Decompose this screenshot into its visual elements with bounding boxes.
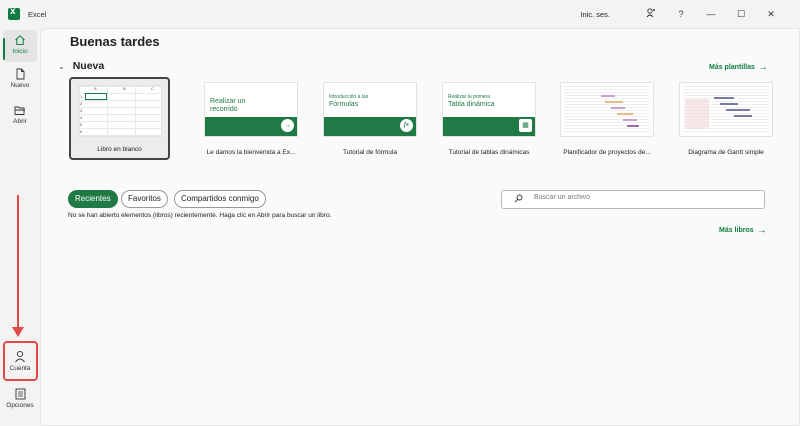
thumbnail-text: Fórmulas: [329, 101, 359, 108]
more-templates-link[interactable]: Más plantillas →: [709, 62, 768, 73]
maximize-button[interactable]: ☐: [726, 9, 756, 20]
greeting-title: Buenas tardes: [70, 34, 160, 49]
thumbnail-subtext: Realizar la primera: [448, 94, 490, 100]
more-books-link[interactable]: Más libros →: [719, 225, 767, 236]
annotation-arrow-line: [17, 195, 19, 330]
template-label: Diagrama de Gantt simple: [688, 149, 764, 156]
row-header: 2: [80, 101, 83, 106]
home-panel: Buenas tardes ⌄ Nueva Más plantillas → A …: [40, 28, 800, 426]
pivot-tutorial-thumbnail: Realizar la primera Tabla dinámica ▦: [442, 82, 536, 137]
function-fx-icon: fx: [400, 119, 413, 132]
arrow-right-icon: →: [757, 62, 768, 73]
folder-open-icon: [14, 106, 25, 115]
options-list-icon: [15, 388, 25, 400]
pivot-table-icon: ▦: [519, 119, 532, 132]
row-header: 3: [80, 108, 83, 113]
template-label: Tutorial de tablas dinámicas: [448, 149, 530, 156]
selected-cell: [85, 93, 107, 100]
nav-open[interactable]: Abrir: [3, 105, 37, 133]
nav-options-label: Opciones: [6, 402, 34, 409]
arrow-right-icon: →: [281, 119, 294, 132]
thumbnail-subtext: Introducción a las: [329, 94, 369, 100]
minimize-button[interactable]: —: [696, 9, 726, 19]
formula-tutorial-thumbnail: Introducción a las Fórmulas fx: [323, 82, 417, 137]
tab-recent[interactable]: Recientes: [68, 190, 118, 208]
annotation-highlight-box: [3, 341, 38, 381]
welcome-tour-thumbnail: Realizar un recorrido →: [204, 82, 298, 137]
new-section-header[interactable]: ⌄ Nueva: [58, 60, 104, 72]
project-planner-thumbnail: [560, 82, 654, 137]
row-header: 6: [80, 129, 83, 134]
search-input[interactable]: [534, 194, 754, 201]
row-header: 1: [80, 94, 83, 99]
template-label: Le damos la bienvenida a Ex...: [206, 149, 296, 156]
thumbnail-text: Realizar un recorrido: [210, 98, 246, 113]
column-header: C: [151, 86, 154, 91]
nav-options[interactable]: Opciones: [3, 388, 37, 416]
template-label: Tutorial de fórmula: [343, 149, 397, 156]
nav-home-label: Inicio: [12, 48, 28, 55]
new-section-title: Nueva: [72, 60, 105, 72]
new-document-icon: [16, 68, 24, 80]
sign-in-link[interactable]: Inic. ses.: [580, 10, 610, 19]
home-icon: [15, 35, 25, 45]
template-selected-frame[interactable]: A B C 1 2 3 4 5 6 Libro en blanco: [69, 77, 170, 160]
tab-favorites[interactable]: Favoritos: [121, 190, 168, 208]
thumbnail-text: Tabla dinámica: [448, 101, 495, 108]
feedback-icon[interactable]: [636, 8, 666, 20]
nav-new-label: Nuevo: [10, 82, 30, 89]
search-box[interactable]: [501, 190, 765, 209]
row-header: 5: [80, 122, 83, 127]
annotation-arrow-head: [12, 327, 24, 337]
nav-new[interactable]: Nuevo: [3, 68, 37, 96]
help-button[interactable]: ?: [666, 9, 696, 19]
arrow-right-icon: →: [756, 225, 767, 236]
nav-open-label: Abrir: [13, 118, 27, 125]
column-header: B: [123, 86, 126, 91]
close-button[interactable]: ✕: [756, 9, 786, 20]
template-label: Libro en blanco: [97, 146, 142, 153]
column-header: A: [94, 86, 97, 91]
chevron-down-icon[interactable]: ⌄: [58, 62, 65, 71]
tab-shared-with-me[interactable]: Compartidos conmigo: [174, 190, 266, 208]
template-label: Planificador de proyectos de...: [563, 149, 651, 156]
excel-logo-icon: [8, 6, 20, 20]
row-header: 4: [80, 115, 83, 120]
gantt-chart-thumbnail: [679, 82, 773, 137]
nav-home[interactable]: Inicio: [3, 30, 37, 62]
more-books-label: Más libros: [719, 227, 754, 234]
more-templates-label: Más plantillas: [709, 64, 755, 71]
app-title: Excel: [28, 9, 47, 19]
blank-workbook-thumbnail: A B C 1 2 3 4 5 6: [78, 85, 162, 137]
empty-recent-message: No se han abierto elementos (libros) rec…: [68, 212, 332, 219]
search-icon: [514, 194, 523, 205]
title-bar: Excel Inic. ses. ? — ☐ ✕: [0, 0, 800, 28]
